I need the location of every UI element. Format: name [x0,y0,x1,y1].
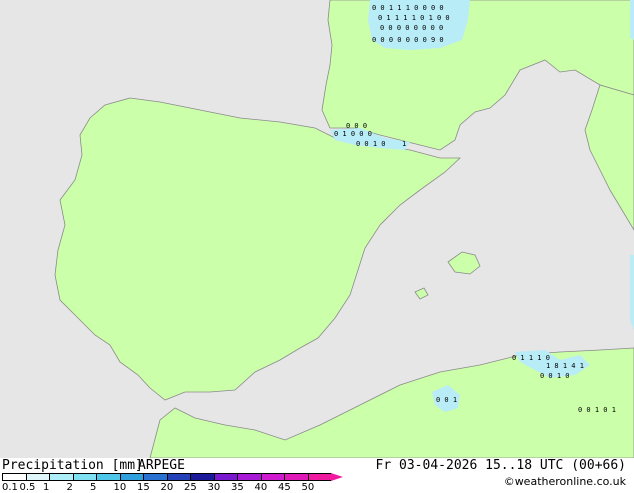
scale-arrow [331,473,343,481]
svg-text:0 0 1: 0 0 1 [436,396,457,404]
svg-text:0 1 1 1 0: 0 1 1 1 0 [512,354,550,362]
land-mallorca [447,251,481,275]
scale-swatch [2,473,26,481]
precipitation-map: 0 0 1 1 1 0 0 0 0 0 1 1 1 1 0 1 0 0 0 0 … [0,0,634,458]
svg-text:0 0 1 0: 0 0 1 0 [540,372,570,380]
scale-swatch [260,473,284,481]
svg-text:1: 1 [402,140,406,148]
scale-tick-label: 1 [43,482,50,493]
scale-swatch [213,473,237,481]
model-name: ARPEGE [138,458,185,473]
svg-text:0 0 0 0 0 0 0 0: 0 0 0 0 0 0 0 0 [380,24,443,32]
scale-tick-label: 5 [90,482,97,493]
scale-swatch [190,473,214,481]
scale-swatch [307,473,331,481]
svg-text:0 0 1 0: 0 0 1 0 [356,140,386,148]
scale-tick-label: 0.5 [19,482,36,493]
scale-tick-label: 20 [160,482,174,493]
svg-text:0 0 0 0 0 0 0 9 0: 0 0 0 0 0 0 0 9 0 [372,36,444,44]
land-italy [584,84,634,231]
svg-text:0 1 1 1 1 0 1 0 0: 0 1 1 1 1 0 1 0 0 [378,14,450,22]
land-ibiza [414,287,429,300]
scale-tick-label: 40 [254,482,268,493]
scale-swatch [25,473,49,481]
scale-tick-label: 50 [301,482,315,493]
legend-footer: Precipitation [mm] ARPEGE Fr 03-04-2026 … [0,458,634,493]
precip-sardinia-edge [630,255,634,330]
svg-text:1 8 1 4 1: 1 8 1 4 1 [546,362,584,370]
scale-swatch [49,473,73,481]
map-canvas: 0 0 1 1 1 0 0 0 0 0 1 1 1 1 0 1 0 0 0 0 … [54,0,634,458]
svg-text:0 1 0 0 0: 0 1 0 0 0 [334,130,372,138]
precip-italy-edge [630,0,634,40]
svg-text:0 0 1 0 1: 0 0 1 0 1 [578,406,616,414]
svg-text:0 0 0: 0 0 0 [346,122,367,130]
scale-swatch [237,473,261,481]
scale-swatch [96,473,120,481]
forecast-datetime: Fr 03-04-2026 15..18 UTC (00+66) [375,458,626,473]
scale-swatch [119,473,143,481]
scale-tick-label: 25 [184,482,197,493]
scale-tick-label: 30 [207,482,221,493]
svg-text:0 0 1 1 1 0 0 0 0: 0 0 1 1 1 0 0 0 0 [372,4,444,12]
scale-tick-label: 15 [137,482,150,493]
scale-swatch [166,473,190,481]
scale-tick-label: 0.1 [2,482,18,493]
scale-tick-label: 2 [66,482,73,493]
scale-swatch [284,473,308,481]
scale-swatch [143,473,167,481]
scale-tick-label: 45 [278,482,291,493]
credit-link[interactable]: ©weatheronline.co.uk [504,475,626,488]
legend-title: Precipitation [mm] [2,458,143,473]
scale-tick-label: 10 [113,482,127,493]
scale-swatch [72,473,96,481]
scale-tick-label: 35 [231,482,244,493]
